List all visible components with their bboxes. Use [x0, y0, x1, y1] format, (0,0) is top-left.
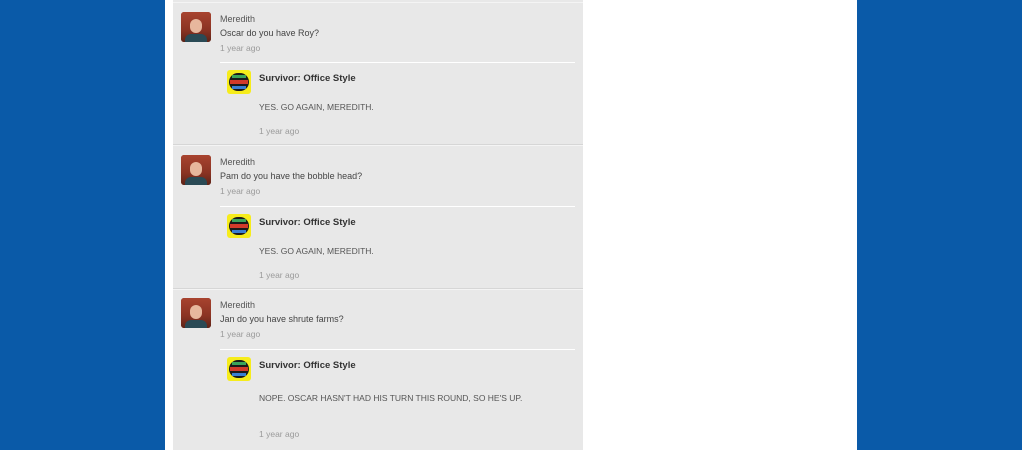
comment-timestamp[interactable]: 1 year ago — [220, 43, 260, 53]
comment-author[interactable]: Meredith — [220, 300, 255, 310]
meredith-avatar[interactable] — [181, 155, 211, 185]
survivor-logo-avatar[interactable] — [227, 214, 251, 238]
reply-divider — [220, 206, 575, 207]
comment-author[interactable]: Meredith — [220, 157, 255, 167]
reply-text: YES. GO AGAIN, MEREDITH. — [259, 102, 374, 112]
reply-author[interactable]: Survivor: Office Style — [259, 217, 356, 228]
reply-divider — [220, 62, 575, 63]
comment-thread: Meredith Jan do you have shrute farms? 1… — [173, 289, 583, 450]
comment-timestamp[interactable]: 1 year ago — [220, 329, 260, 339]
comment-text: Pam do you have the bobble head? — [220, 171, 363, 181]
reply-timestamp[interactable]: 1 year ago — [259, 429, 299, 439]
meredith-avatar[interactable] — [181, 12, 211, 42]
reply-timestamp[interactable]: 1 year ago — [259, 270, 299, 280]
reply-text: YES. GO AGAIN, MEREDITH. — [259, 246, 374, 256]
survivor-logo-avatar[interactable] — [227, 70, 251, 94]
comment-author[interactable]: Meredith — [220, 14, 255, 24]
comment-text: Oscar do you have Roy? — [220, 28, 320, 38]
reply-divider — [220, 349, 575, 350]
comment-text: Jan do you have shrute farms? — [220, 314, 344, 324]
comment-feed: Meredith Oscar do you have Roy? 1 year a… — [173, 0, 583, 450]
reply-author[interactable]: Survivor: Office Style — [259, 73, 356, 84]
reply-text: NOPE. OSCAR HASN'T HAD HIS TURN THIS ROU… — [259, 393, 523, 403]
reply-timestamp[interactable]: 1 year ago — [259, 126, 299, 136]
survivor-logo-avatar[interactable] — [227, 357, 251, 381]
comment-thread: Meredith Oscar do you have Roy? 1 year a… — [173, 2, 583, 145]
reply-author[interactable]: Survivor: Office Style — [259, 360, 356, 371]
meredith-avatar[interactable] — [181, 298, 211, 328]
comment-thread: Meredith Pam do you have the bobble head… — [173, 145, 583, 289]
comment-timestamp[interactable]: 1 year ago — [220, 186, 260, 196]
